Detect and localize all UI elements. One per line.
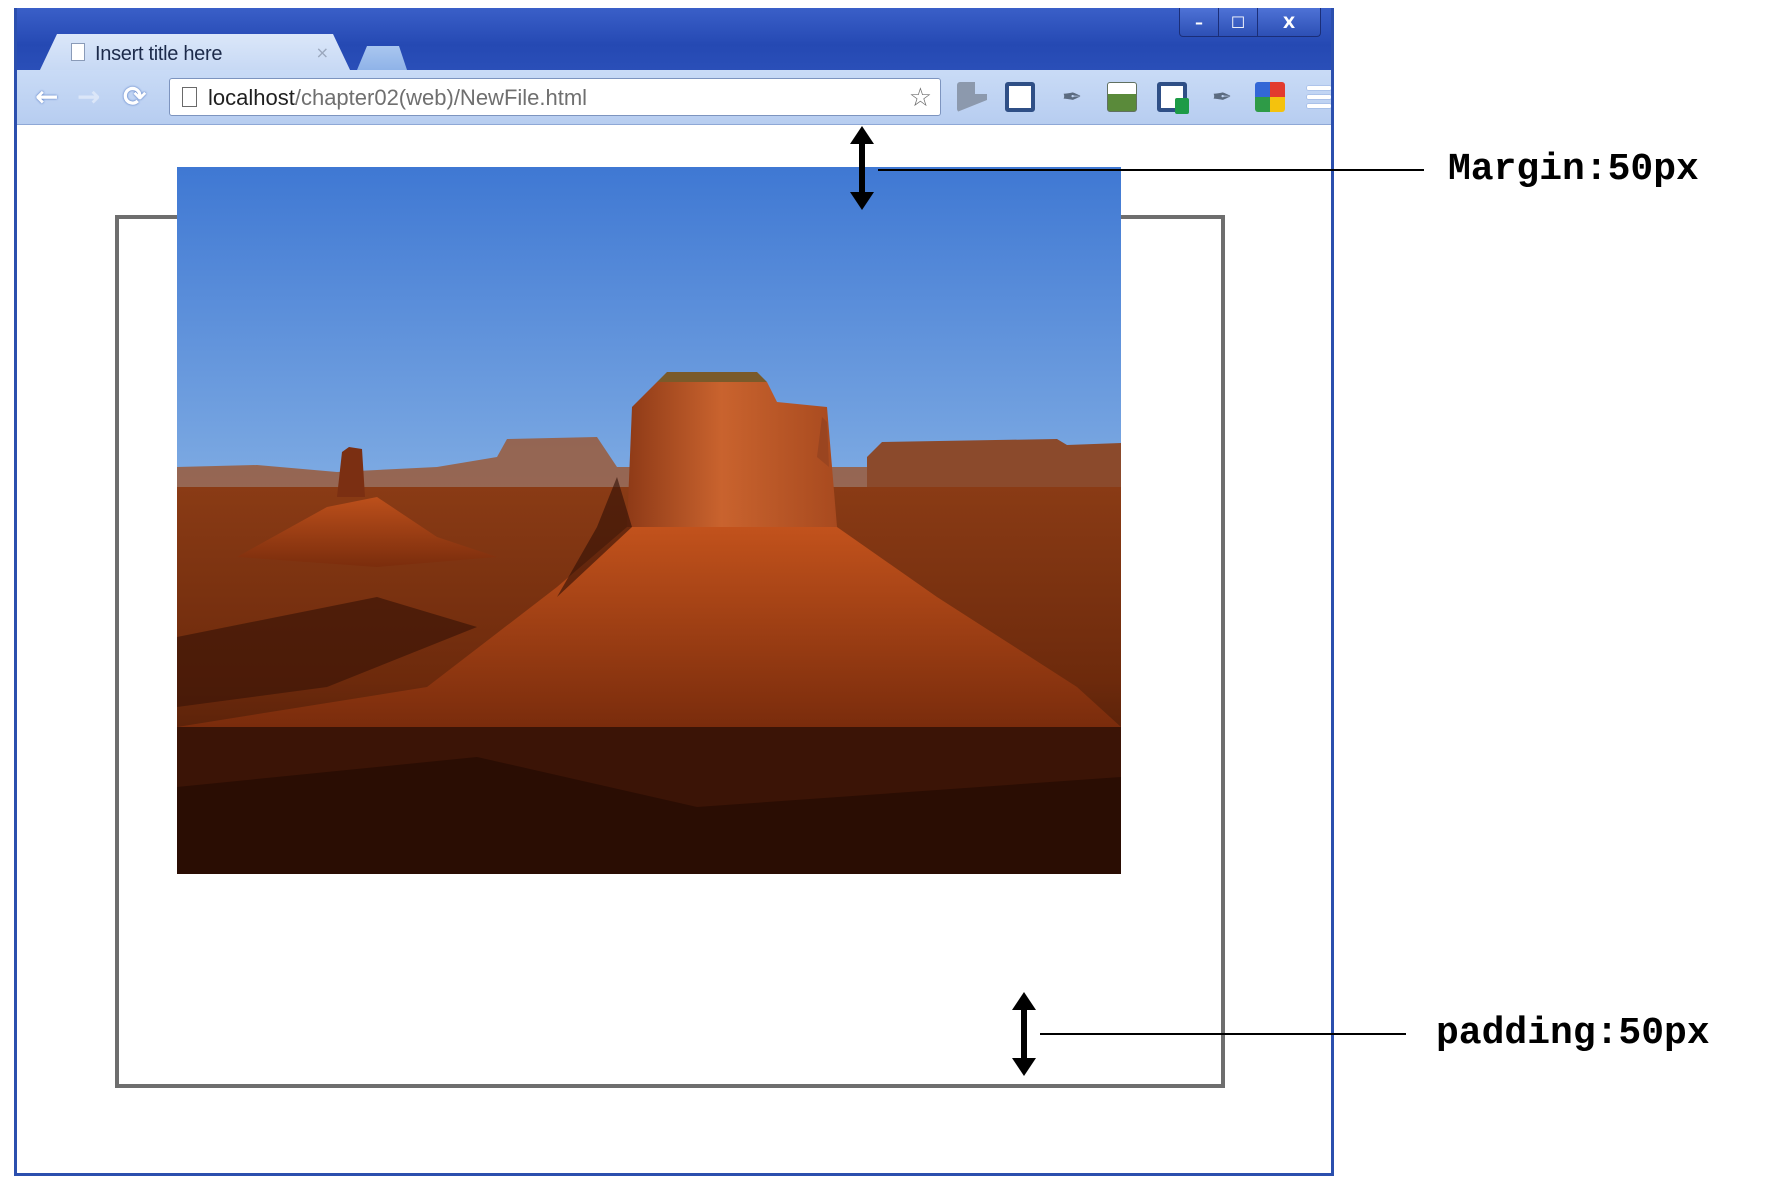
url-path: /chapter02(web)/NewFile.html — [294, 85, 588, 110]
tab-title: Insert title here — [95, 43, 223, 65]
tab-active[interactable]: Insert title here × — [39, 34, 351, 72]
url-text: localhost/chapter02(web)/NewFile.html — [208, 85, 587, 111]
minimize-button[interactable]: – — [1180, 8, 1218, 36]
extension-icon-2[interactable] — [1005, 82, 1035, 112]
new-tab-button[interactable] — [357, 46, 407, 70]
maximize-button[interactable]: ☐ — [1218, 8, 1257, 36]
address-bar[interactable]: localhost/chapter02(web)/NewFile.html ☆ — [169, 78, 941, 116]
landscape-photo — [177, 167, 1121, 874]
document-icon — [71, 43, 85, 61]
tab-close-icon[interactable]: × — [316, 43, 329, 62]
page-icon — [182, 87, 197, 107]
padding-leader-line — [1040, 1033, 1406, 1035]
extension-pen-icon-2[interactable]: ✒ — [1207, 82, 1237, 112]
back-arrow-icon[interactable]: ← — [35, 80, 58, 113]
extension-color-icon[interactable] — [1255, 82, 1285, 112]
close-button[interactable]: X — [1257, 8, 1320, 36]
star-icon[interactable]: ☆ — [909, 83, 932, 113]
margin-leader-line — [878, 169, 1424, 171]
margin-label: Margin:50px — [1448, 148, 1699, 191]
extension-badge-icon — [1175, 98, 1189, 114]
toolbar: ← → ⟳ localhost/chapter02(web)/NewFile.h… — [17, 70, 1331, 125]
padding-label: padding:50px — [1436, 1012, 1710, 1055]
padding-double-arrow — [1012, 992, 1036, 1076]
extension-pen-icon[interactable]: ✒ — [1057, 82, 1087, 112]
window-controls: – ☐ X — [1179, 8, 1321, 37]
menu-icon[interactable] — [1307, 86, 1331, 108]
margin-double-arrow — [850, 126, 874, 210]
forward-arrow-icon[interactable]: → — [77, 80, 100, 113]
extension-icon-4[interactable] — [1107, 82, 1137, 112]
url-host: localhost — [208, 85, 295, 110]
reload-icon[interactable]: ⟳ — [123, 80, 146, 113]
extension-icon-1[interactable] — [957, 82, 987, 112]
title-bar: Insert title here × – ☐ X — [17, 8, 1331, 70]
